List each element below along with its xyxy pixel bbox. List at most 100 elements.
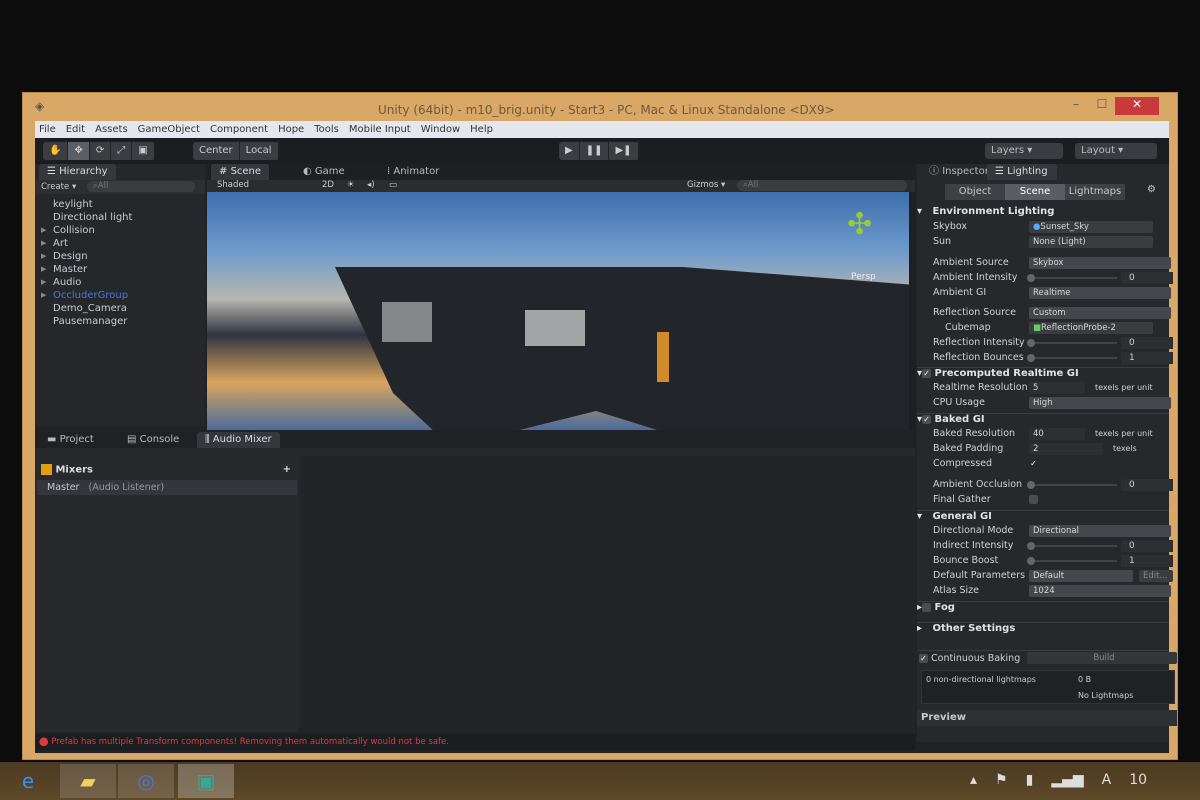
scale-tool-icon[interactable]: ⤢ [111, 142, 133, 160]
slider-knob[interactable] [1027, 481, 1035, 489]
unity-taskbar-icon[interactable]: ▣ [178, 764, 234, 798]
tab-console[interactable]: ▤ Console [119, 432, 187, 448]
subtab-scene[interactable]: Scene [1005, 184, 1065, 200]
hierarchy-item[interactable]: ▶ Master [39, 263, 199, 276]
hierarchy-item[interactable]: ▶ Design [39, 250, 199, 263]
tab-hierarchy[interactable]: ☰ Hierarchy [39, 164, 116, 180]
rect-tool-icon[interactable]: ▣ [132, 142, 155, 160]
baked-gi-checkbox[interactable]: ✓ [922, 414, 932, 424]
center-toggle[interactable]: Center [193, 142, 240, 160]
section-fog[interactable]: ▸ Fog [917, 601, 1169, 616]
menu-edit[interactable]: Edit [66, 124, 85, 135]
action-center-flag-icon[interactable]: ⚑ [995, 772, 1008, 788]
expand-arrow-icon[interactable]: ▶ [41, 289, 46, 302]
network-signal-icon[interactable]: ▂▄▆ [1051, 772, 1083, 788]
layout-dropdown[interactable]: Layout ▾ [1075, 143, 1157, 159]
bounce-boost-value[interactable]: 1 [1121, 555, 1173, 567]
slider-knob[interactable] [1027, 542, 1035, 550]
rotate-tool-icon[interactable]: ⟳ [90, 142, 112, 160]
continuous-baking-toggle[interactable]: ✓ Continuous Baking [919, 653, 1020, 664]
tab-audio-mixer[interactable]: ⫼ Audio Mixer [197, 432, 280, 448]
atlas-size-dropdown[interactable]: 1024 [1029, 585, 1171, 597]
move-tool-icon[interactable]: ✥ [68, 142, 90, 160]
file-explorer-icon[interactable]: ▰ [60, 764, 116, 798]
minimize-button[interactable]: – [1063, 97, 1089, 115]
expand-arrow-icon[interactable]: ▶ [41, 250, 46, 263]
create-dropdown[interactable]: Create [41, 182, 69, 192]
hierarchy-item[interactable]: Pausemanager [39, 315, 199, 328]
realtime-resolution-input[interactable]: 5 [1029, 382, 1085, 394]
compressed-checkbox[interactable]: ✓ [1029, 459, 1038, 468]
fog-checkbox[interactable] [922, 602, 932, 612]
indirect-intensity-slider[interactable] [1029, 545, 1117, 547]
hierarchy-item[interactable]: Directional light [39, 211, 199, 224]
hierarchy-item[interactable]: Demo_Camera [39, 302, 199, 315]
scene-search[interactable]: ⌕All [737, 180, 907, 191]
baked-padding-input[interactable]: 2 [1029, 443, 1103, 455]
local-toggle[interactable]: Local [240, 142, 279, 160]
hierarchy-item[interactable]: ▶ Art [39, 237, 199, 250]
gizmos-dropdown[interactable]: Gizmos ▾ [687, 180, 725, 190]
tab-lighting[interactable]: ☰ Lighting [987, 164, 1057, 180]
reflection-intensity-slider[interactable] [1029, 342, 1117, 344]
cpu-usage-dropdown[interactable]: High [1029, 397, 1171, 409]
edit-parameters-button[interactable]: Edit... [1139, 570, 1173, 582]
baked-resolution-input[interactable]: 40 [1029, 428, 1085, 440]
clock[interactable]: 10 [1129, 772, 1147, 788]
expand-arrow-icon[interactable]: ▶ [41, 224, 46, 237]
ime-icon[interactable]: A [1102, 772, 1112, 788]
subtab-lightmaps[interactable]: Lightmaps [1065, 184, 1125, 200]
reflection-bounces-value[interactable]: 1 [1121, 352, 1173, 364]
ambient-intensity-value[interactable]: 0 [1121, 272, 1173, 284]
step-button[interactable]: ▶❚ [609, 142, 639, 160]
menu-assets[interactable]: Assets [95, 124, 128, 135]
slider-knob[interactable] [1027, 354, 1035, 362]
tab-animator[interactable]: ⁞ Animator [379, 164, 447, 180]
preview-header[interactable]: Preview [917, 710, 1177, 726]
ambient-occlusion-slider[interactable] [1029, 484, 1117, 486]
internet-explorer-icon[interactable]: e [0, 764, 56, 798]
section-baked-gi[interactable]: ▾✓ Baked GI [917, 413, 1169, 428]
directional-mode-dropdown[interactable]: Directional [1029, 525, 1171, 537]
build-button[interactable]: Build [1027, 652, 1177, 664]
pause-button[interactable]: ❚❚ [580, 142, 610, 160]
expand-arrow-icon[interactable]: ▶ [41, 276, 46, 289]
section-other-settings[interactable]: ▸ Other Settings [917, 622, 1169, 637]
scene-gizmo-icon[interactable]: ✣ [847, 207, 872, 242]
play-button[interactable]: ▶ [559, 142, 580, 160]
settings-gear-icon[interactable]: ⚙ [1147, 184, 1156, 195]
tab-inspector[interactable]: ⓘ Inspector [921, 164, 997, 180]
ambient-source-dropdown[interactable]: Skybox [1029, 257, 1171, 269]
section-general-gi[interactable]: ▾ General GI [917, 510, 1169, 525]
hierarchy-item[interactable]: ▶ Audio [39, 276, 199, 289]
default-parameters-dropdown[interactable]: Default [1029, 570, 1133, 582]
status-bar[interactable]: ⬤ Prefab has multiple Transform componen… [35, 734, 915, 750]
final-gather-checkbox[interactable] [1029, 495, 1038, 504]
add-mixer-button[interactable]: + [283, 464, 291, 475]
2d-toggle[interactable]: 2D [322, 180, 334, 190]
menu-mobile-input[interactable]: Mobile Input [349, 124, 411, 135]
ambient-gi-dropdown[interactable]: Realtime [1029, 287, 1171, 299]
reflection-intensity-value[interactable]: 0 [1121, 337, 1173, 349]
app-icon[interactable]: ◎ [118, 764, 174, 798]
slider-knob[interactable] [1027, 557, 1035, 565]
menu-gameobject[interactable]: GameObject [138, 124, 200, 135]
menu-help[interactable]: Help [470, 124, 493, 135]
maximize-button[interactable]: ☐ [1089, 97, 1115, 115]
reflection-source-dropdown[interactable]: Custom [1029, 307, 1171, 319]
slider-knob[interactable] [1027, 339, 1035, 347]
slider-knob[interactable] [1027, 274, 1035, 282]
ambient-intensity-slider[interactable] [1029, 277, 1117, 279]
effects-toggle-icon[interactable]: ▭ [389, 180, 397, 190]
audio-toggle-icon[interactable]: ◂) [367, 180, 375, 190]
tab-scene[interactable]: # Scene [211, 164, 270, 180]
hierarchy-item[interactable]: ▶ OccluderGroup [39, 289, 199, 302]
subtab-object[interactable]: Object [945, 184, 1005, 200]
mixer-item-master[interactable]: Master (Audio Listener) [37, 480, 297, 495]
persp-label[interactable]: Persp [851, 272, 876, 282]
indirect-intensity-value[interactable]: 0 [1121, 540, 1173, 552]
menu-window[interactable]: Window [421, 124, 460, 135]
hierarchy-item[interactable]: keylight [39, 198, 199, 211]
cubemap-field[interactable]: ■ReflectionProbe-2 [1029, 322, 1153, 334]
scene-viewport[interactable]: ✣ Persp [207, 192, 909, 430]
